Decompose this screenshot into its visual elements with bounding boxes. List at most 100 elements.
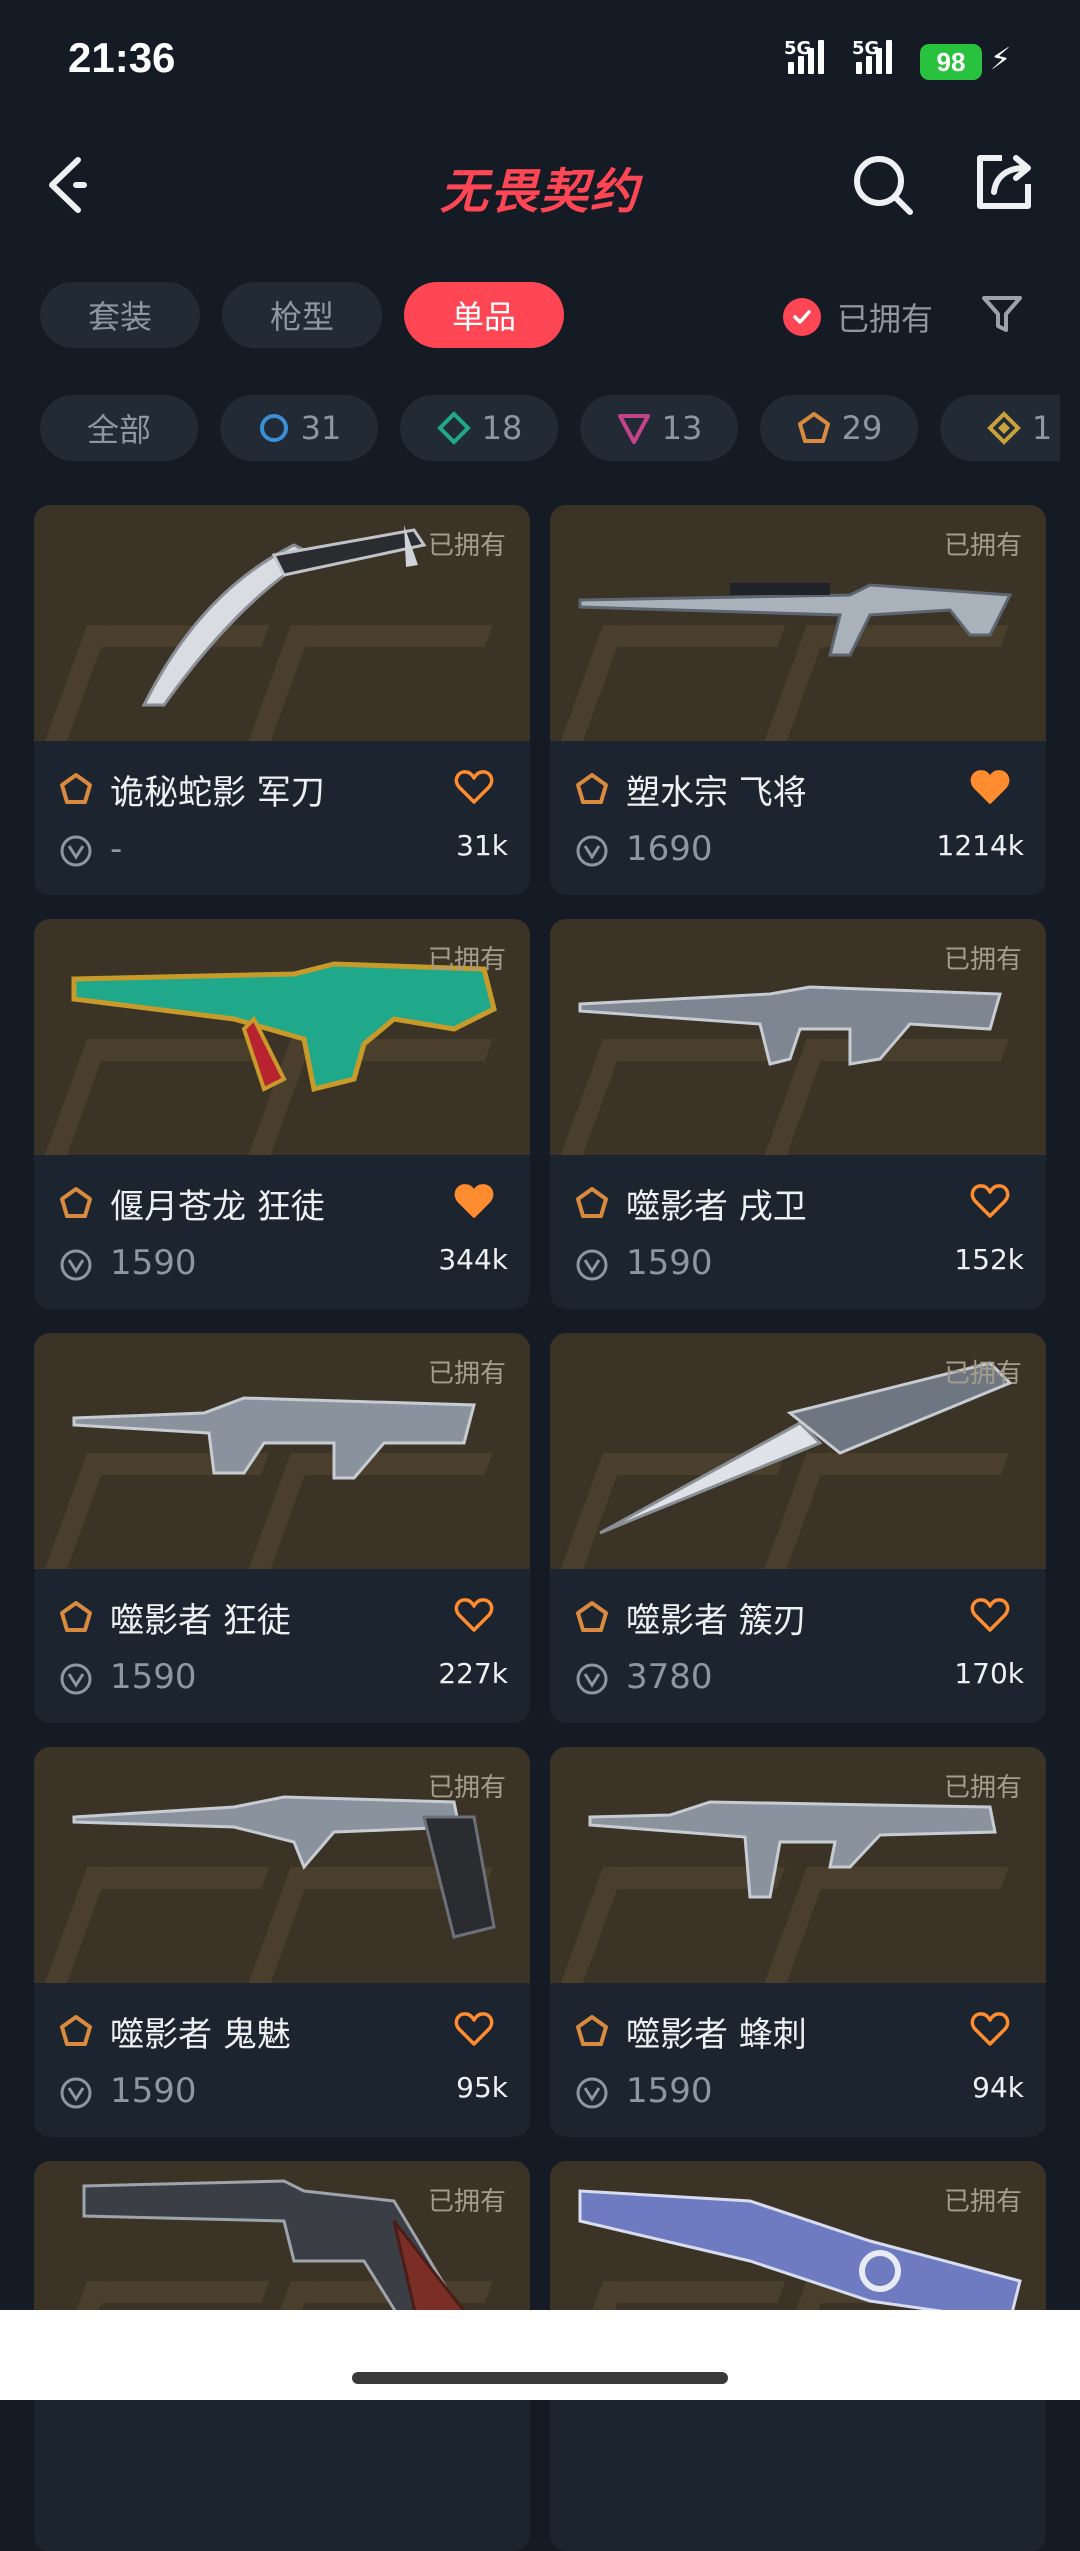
like-count: 170k: [954, 1657, 1024, 1690]
tier-chip-select[interactable]: 31: [220, 395, 378, 461]
skin-card[interactable]: 已拥有 塑水宗 飞将 1690 1214k: [550, 505, 1046, 895]
status-bar: 21:36 5G 5G 98 ⚡: [0, 0, 1080, 120]
charging-icon: ⚡: [990, 42, 1012, 77]
exclusive-tier-icon: [576, 773, 608, 804]
skin-image: 已拥有: [34, 1747, 530, 1983]
exclusive-tier-icon: [576, 2015, 608, 2046]
signal-icon-2: 5G: [852, 38, 892, 74]
category-tabs: 套装 枪型 单品: [40, 282, 564, 348]
vp-currency-icon: [60, 2077, 92, 2109]
search-icon: [854, 156, 913, 215]
exclusive-tier-icon: [60, 773, 92, 804]
skin-card[interactable]: 已拥有 诡秘蛇影 军刀 - 31k: [34, 505, 530, 895]
app-header: 无畏契约: [0, 130, 1080, 240]
skin-image: 已拥有: [550, 505, 1046, 741]
like-count: 227k: [438, 1657, 508, 1690]
tab-weapon-type[interactable]: 枪型: [222, 282, 382, 348]
vp-currency-icon: [576, 835, 608, 867]
owned-tag: 已拥有: [943, 945, 1022, 975]
skin-name: 噬影者 戌卫: [626, 1187, 807, 1227]
skin-price: 1590: [626, 1243, 713, 1283]
skin-name: 偃月苍龙 狂徒: [110, 1187, 325, 1227]
heart-outline-icon[interactable]: [454, 1597, 494, 1633]
owned-tag: 已拥有: [943, 531, 1022, 561]
share-icon: [977, 155, 1031, 209]
owned-filter-toggle[interactable]: 已拥有: [783, 294, 933, 340]
owned-tag: 已拥有: [427, 531, 506, 561]
vp-currency-icon: [576, 2077, 608, 2109]
skin-name: 噬影者 鬼魅: [110, 2015, 291, 2055]
skin-card[interactable]: 已拥有 噬影者 戌卫 1590 152k: [550, 919, 1046, 1309]
battery-indicator: 98: [920, 44, 982, 80]
deluxe-tier-icon: [436, 411, 471, 445]
owned-tag: 已拥有: [943, 1773, 1022, 1803]
home-indicator[interactable]: [352, 2372, 728, 2384]
share-button[interactable]: [972, 150, 1036, 214]
exclusive-tier-icon: [797, 412, 830, 443]
search-button[interactable]: [850, 152, 916, 218]
heart-outline-icon[interactable]: [454, 769, 494, 805]
skin-name: 诡秘蛇影 军刀: [110, 773, 325, 813]
owned-tag: 已拥有: [427, 2187, 506, 2217]
skin-price: 1690: [626, 829, 713, 869]
skin-card[interactable]: 已拥有 偃月苍龙 狂徒 1590 344k: [34, 919, 530, 1309]
skin-price: 3780: [626, 1657, 713, 1697]
like-count: 344k: [438, 1243, 508, 1276]
heart-outline-icon[interactable]: [970, 1183, 1010, 1219]
skin-price: -: [110, 829, 123, 869]
premium-tier-icon: [617, 414, 650, 444]
skin-image: 已拥有: [34, 1333, 530, 1569]
owned-filter-label: 已拥有: [837, 300, 934, 338]
page-title: 无畏契约: [439, 164, 640, 220]
heart-outline-icon[interactable]: [970, 2011, 1010, 2047]
heart-outline-icon[interactable]: [454, 2011, 494, 2047]
vp-currency-icon: [576, 1249, 608, 1281]
exclusive-tier-icon: [60, 1601, 92, 1632]
like-count: 95k: [456, 2071, 508, 2104]
tier-chip-premium[interactable]: 13: [580, 395, 738, 461]
vp-currency-icon: [60, 1249, 92, 1281]
skin-card[interactable]: 已拥有 噬影者 鬼魅 1590 95k: [34, 1747, 530, 2137]
filter-button[interactable]: [980, 292, 1024, 336]
skin-image: 已拥有: [34, 919, 530, 1155]
tier-filter-row: 全部 31 18 13 29 1: [40, 395, 1060, 461]
skin-image: 已拥有: [34, 505, 530, 741]
skin-price: 1590: [626, 2071, 713, 2111]
skin-name: 噬影者 簇刃: [626, 1601, 807, 1641]
skin-card[interactable]: 已拥有 噬影者 簇刃 3780 170k: [550, 1333, 1046, 1723]
navigation-bar: [0, 2310, 1080, 2400]
checkmark-icon: [783, 298, 821, 336]
like-count: 152k: [954, 1243, 1024, 1276]
heart-outline-icon[interactable]: [970, 1597, 1010, 1633]
skin-name: 噬影者 蜂刺: [626, 2015, 807, 2055]
tier-chip-deluxe[interactable]: 18: [400, 395, 558, 461]
skin-card[interactable]: 已拥有 噬影者 蜂刺 1590 94k: [550, 1747, 1046, 2137]
filter-icon: [982, 296, 1022, 332]
skin-card[interactable]: 已拥有 噬影者 狂徒 1590 227k: [34, 1333, 530, 1723]
owned-tag: 已拥有: [427, 1773, 506, 1803]
heart-filled-icon[interactable]: [454, 1183, 494, 1219]
heart-filled-icon[interactable]: [970, 769, 1010, 805]
owned-tag: 已拥有: [427, 945, 506, 975]
owned-tag: 已拥有: [427, 1359, 506, 1389]
skin-name: 噬影者 狂徒: [110, 1601, 291, 1641]
status-time: 21:36: [68, 34, 176, 81]
skin-price: 1590: [110, 1243, 197, 1283]
vp-currency-icon: [60, 835, 92, 867]
tier-chip-exclusive[interactable]: 29: [760, 395, 918, 461]
tab-bundle[interactable]: 套装: [40, 282, 200, 348]
skin-price: 1590: [110, 1657, 197, 1697]
select-tier-icon: [259, 414, 288, 442]
exclusive-tier-icon: [576, 1187, 608, 1218]
tier-chip-ultra[interactable]: 1: [940, 395, 1060, 461]
like-count: 1214k: [936, 829, 1024, 862]
skin-image: 已拥有: [550, 1747, 1046, 1983]
tier-chip-all[interactable]: 全部: [40, 395, 198, 461]
exclusive-tier-icon: [60, 1187, 92, 1218]
skin-grid: 已拥有 诡秘蛇影 军刀 - 31k 已拥有 塑水宗 飞将 1690 1214k …: [34, 505, 1046, 2551]
skin-price: 1590: [110, 2071, 197, 2111]
skin-image: 已拥有: [550, 919, 1046, 1155]
like-count: 94k: [972, 2071, 1024, 2104]
tab-single-item[interactable]: 单品: [404, 282, 564, 348]
exclusive-tier-icon: [60, 2015, 92, 2046]
